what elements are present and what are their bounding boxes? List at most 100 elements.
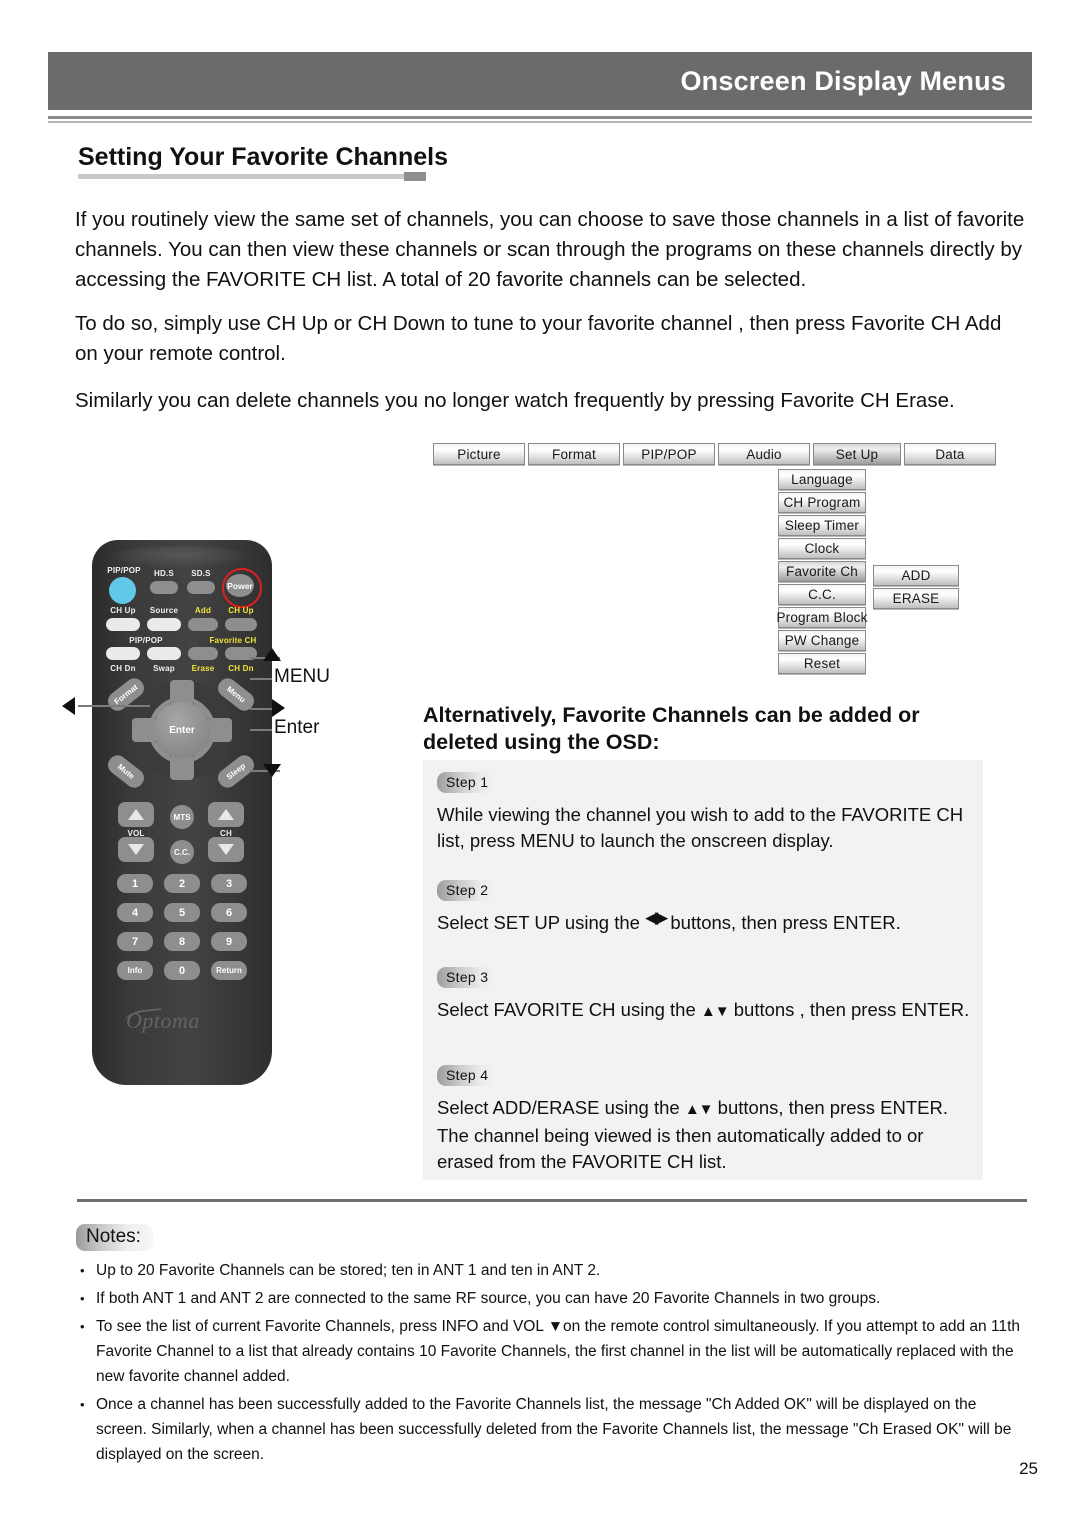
step-3-text: Select FAVORITE CH using the ▲▼ buttons … bbox=[437, 997, 977, 1025]
remote-key-vol-up[interactable] bbox=[118, 802, 154, 827]
remote-key-source[interactable] bbox=[147, 618, 181, 631]
remote-key-info[interactable]: Info bbox=[117, 961, 153, 980]
callout-label-menu: MENU bbox=[274, 666, 330, 687]
remote-key-vol-down[interactable] bbox=[118, 837, 154, 862]
step-2-text-after: buttons, then press ENTER. bbox=[670, 912, 901, 933]
remote-top-sheen bbox=[110, 546, 250, 568]
header-rule-lower bbox=[48, 121, 1032, 123]
section-heading-underline bbox=[78, 174, 416, 179]
remote-key-9[interactable]: 9 bbox=[211, 932, 247, 951]
step-block-3: Step 3 Select FAVORITE CH using the ▲▼ b… bbox=[437, 967, 977, 1025]
osd-tab-pip-pop[interactable]: PIP/POP bbox=[623, 443, 715, 465]
remote-key-sds[interactable] bbox=[187, 581, 215, 594]
remote-key-4[interactable]: 4 bbox=[117, 903, 153, 922]
remote-label-source: Source bbox=[149, 606, 179, 615]
step-3-text-after: buttons , then press ENTER. bbox=[733, 999, 970, 1020]
osd-item-program-block[interactable]: Program Block bbox=[776, 607, 867, 628]
remote-key-enter[interactable]: Enter bbox=[154, 702, 210, 758]
osd-item-reset[interactable]: Reset bbox=[778, 653, 866, 674]
remote-key-ch-up-left[interactable] bbox=[106, 618, 140, 631]
remote-control-illustration: PIP/POP HD.S SD.S Power CH Up Source Add… bbox=[92, 540, 272, 1085]
document-page: Onscreen Display Menus Setting Your Favo… bbox=[0, 0, 1080, 1527]
steps-panel: Step 1 While viewing the channel you wis… bbox=[423, 760, 983, 1180]
page-number: 25 bbox=[1019, 1459, 1038, 1478]
remote-key-ch-up[interactable] bbox=[208, 802, 244, 827]
remote-key-3[interactable]: 3 bbox=[211, 874, 247, 893]
header-rule-upper bbox=[48, 116, 1032, 119]
triangle-down-icon bbox=[218, 844, 234, 855]
step-3-pill: Step 3 bbox=[437, 967, 500, 988]
osd-item-clock[interactable]: Clock bbox=[778, 538, 866, 559]
remote-key-pippop-blue[interactable] bbox=[109, 577, 136, 604]
intro-paragraph-2: To do so, simply use CH Up or CH Down to… bbox=[75, 312, 1002, 365]
osd-item-add[interactable]: ADD bbox=[873, 565, 959, 586]
remote-key-return[interactable]: Return bbox=[211, 961, 247, 980]
left-right-arrows-icon: ◀▶ bbox=[645, 908, 668, 927]
callout-triangle-down-icon bbox=[263, 764, 281, 777]
note-item: If both ANT 1 and ANT 2 are connected to… bbox=[76, 1286, 1026, 1311]
remote-key-swap[interactable] bbox=[147, 647, 181, 660]
remote-key-0[interactable]: 0 bbox=[164, 961, 200, 980]
step-1-pill: Step 1 bbox=[437, 772, 500, 793]
remote-key-7[interactable]: 7 bbox=[117, 932, 153, 951]
remote-key-ch-up-right[interactable] bbox=[225, 618, 257, 631]
osd-tab-set-up[interactable]: Set Up bbox=[813, 443, 901, 465]
callout-label-enter: Enter bbox=[274, 717, 320, 738]
remote-label-swap: Swap bbox=[153, 664, 175, 673]
remote-key-5[interactable]: 5 bbox=[164, 903, 200, 922]
remote-key-8[interactable]: 8 bbox=[164, 932, 200, 951]
remote-key-1[interactable]: 1 bbox=[117, 874, 153, 893]
triangle-up-icon bbox=[128, 809, 144, 820]
intro-paragraph-1: If you routinely view the same set of ch… bbox=[75, 208, 1025, 291]
osd-item-cc[interactable]: C.C. bbox=[778, 584, 866, 605]
remote-key-ch-down[interactable] bbox=[208, 837, 244, 862]
callout-leader-right bbox=[250, 708, 272, 710]
remote-label-ch-up-right: CH Up bbox=[228, 606, 254, 615]
step-2-text-before: Select SET UP using the bbox=[437, 912, 640, 933]
note-item: To see the list of current Favorite Chan… bbox=[76, 1314, 1026, 1389]
remote-key-2[interactable]: 2 bbox=[164, 874, 200, 893]
remote-key-add[interactable] bbox=[188, 618, 218, 631]
note-item: Up to 20 Favorite Channels can be stored… bbox=[76, 1258, 1026, 1283]
remote-label-add: Add bbox=[194, 606, 212, 615]
page-header-band: Onscreen Display Menus bbox=[48, 52, 1032, 110]
remote-label-ch-up-left: CH Up bbox=[110, 606, 136, 615]
notes-divider bbox=[77, 1199, 1027, 1202]
step-block-1: Step 1 While viewing the channel you wis… bbox=[437, 772, 977, 854]
remote-key-cc[interactable]: C.C. bbox=[170, 840, 194, 864]
remote-key-erase[interactable] bbox=[188, 647, 218, 660]
remote-key-ch-dn-left[interactable] bbox=[106, 647, 140, 660]
osd-item-erase[interactable]: ERASE bbox=[873, 588, 959, 609]
up-down-arrows-icon: ▲▼ bbox=[700, 1003, 730, 1020]
osd-favorite-submenu: ADD ERASE bbox=[873, 565, 959, 609]
osd-tab-audio[interactable]: Audio bbox=[718, 443, 810, 465]
triangle-down-icon bbox=[128, 844, 144, 855]
callout-triangle-right-icon bbox=[272, 699, 285, 717]
note-item: Once a channel has been successfully add… bbox=[76, 1392, 1026, 1467]
osd-item-favorite-ch[interactable]: Favorite Ch bbox=[778, 561, 866, 582]
step-4-pill: Step 4 bbox=[437, 1065, 500, 1086]
step-2-pill: Step 2 bbox=[437, 880, 500, 901]
osd-item-ch-program[interactable]: CH Program bbox=[778, 492, 866, 513]
osd-tab-picture[interactable]: Picture bbox=[433, 443, 525, 465]
remote-label-pippop-mid: PIP/POP bbox=[129, 636, 163, 645]
osd-item-language[interactable]: Language bbox=[778, 469, 866, 490]
callout-leader-left bbox=[78, 705, 150, 707]
remote-label-favorite-ch: Favorite CH bbox=[209, 636, 257, 645]
remote-label-erase: Erase bbox=[191, 664, 215, 673]
section-heading-cap bbox=[404, 172, 426, 181]
step-4-text-before: Select ADD/ERASE using the bbox=[437, 1097, 680, 1118]
remote-key-6[interactable]: 6 bbox=[211, 903, 247, 922]
remote-key-hds[interactable] bbox=[150, 581, 178, 594]
osd-item-sleep-timer[interactable]: Sleep Timer bbox=[778, 515, 866, 536]
step-4-text: Select ADD/ERASE using the ▲▼ buttons, t… bbox=[437, 1095, 977, 1175]
intro-paragraph-3: Similarly you can delete channels you no… bbox=[75, 389, 955, 412]
remote-key-mts[interactable]: MTS bbox=[170, 805, 194, 829]
alternatively-heading: Alternatively, Favorite Channels can be … bbox=[423, 703, 920, 754]
osd-item-pw-change[interactable]: PW Change bbox=[778, 630, 866, 651]
osd-tab-data[interactable]: Data bbox=[904, 443, 996, 465]
remote-label-hds: HD.S bbox=[154, 569, 174, 578]
remote-label-pippop-top: PIP/POP bbox=[107, 566, 141, 575]
osd-tab-format[interactable]: Format bbox=[528, 443, 620, 465]
brand-logo-text: Optoma bbox=[126, 1008, 200, 1033]
